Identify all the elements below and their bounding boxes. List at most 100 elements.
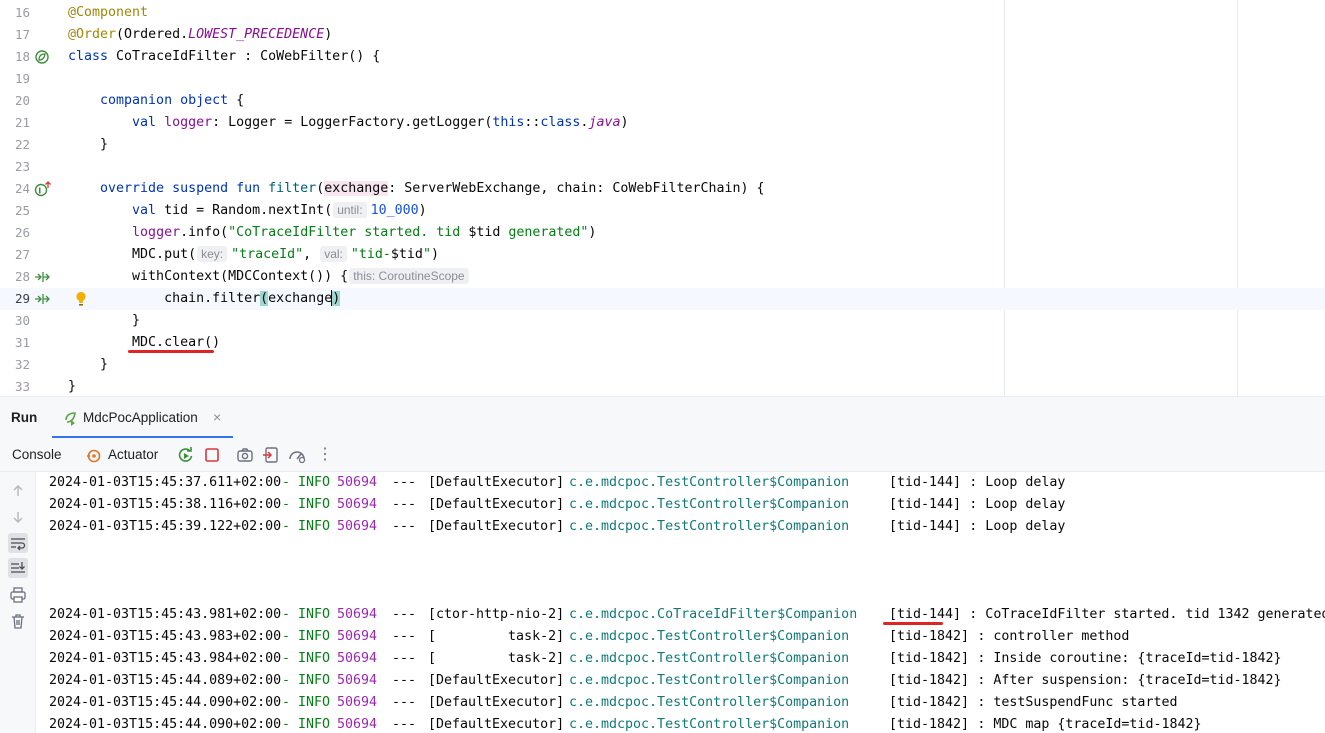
clear-all-trash-icon[interactable] <box>8 611 28 631</box>
log-tid: [tid-1842] <box>889 629 970 644</box>
log-logger: c.e.mdcpoc.TestController$Companion <box>569 717 850 732</box>
code-line[interactable]: 17 @Order(Ordered.LOWEST_PRECEDENCE) <box>0 24 1325 46</box>
line-number[interactable]: 33 <box>0 376 30 396</box>
code-line[interactable]: 18 class CoTraceIdFilter : CoWebFilter() … <box>0 46 1325 68</box>
more-icon[interactable]: ⋮ <box>317 446 333 464</box>
screenshot-icon[interactable] <box>236 446 254 464</box>
code-line[interactable]: 28 withContext(MDCContext()) {this: Coro… <box>0 266 1325 288</box>
code-line[interactable]: 21 val logger: Logger = LoggerFactory.ge… <box>0 112 1325 134</box>
line-number[interactable]: 19 <box>0 68 30 90</box>
code-line[interactable]: 20 companion object { <box>0 90 1325 112</box>
line-number[interactable]: 24 <box>0 178 30 200</box>
log-message: : MDC map {traceId=tid-1842} <box>977 717 1202 732</box>
console-toolbar: Console Actuator ⋮ <box>0 438 1325 472</box>
log-ts: 2024-01-03T15:45:44.090+02:00 <box>49 695 282 710</box>
code-text: override suspend fun filter(exchange: Se… <box>68 181 765 196</box>
log-sep: --- <box>392 497 417 512</box>
log-ts: 2024-01-03T15:45:39.122+02:00 <box>49 519 282 534</box>
inlay-hint: val: <box>320 246 347 262</box>
code-line[interactable]: 29 chain.filter(exchange) <box>0 288 1325 310</box>
suspend-call-icon[interactable] <box>34 269 52 285</box>
code-line[interactable]: 27 MDC.put(key: "traceId", val: "tid-$tid"… <box>0 244 1325 266</box>
line-number[interactable]: 25 <box>0 200 30 222</box>
log-thread: [DefaultExecutor] <box>428 519 565 534</box>
line-number[interactable]: 17 <box>0 24 30 46</box>
tab-close-icon[interactable]: × <box>213 409 221 425</box>
stop-icon[interactable] <box>203 446 221 464</box>
print-icon[interactable] <box>8 585 28 605</box>
console-side-toolbar <box>0 472 36 733</box>
log-pid: 50694 <box>337 673 378 688</box>
log-pid: 50694 <box>337 519 378 534</box>
code-line[interactable]: 19 <box>0 68 1325 90</box>
code-line[interactable]: 25 val tid = Random.nextInt(until: 10_000… <box>0 200 1325 222</box>
line-number[interactable]: 27 <box>0 244 30 266</box>
bean-icon[interactable] <box>34 49 52 65</box>
log-ts: 2024-01-03T15:45:43.984+02:00 <box>49 651 282 666</box>
log-thread: [DefaultExecutor] <box>428 695 565 710</box>
log-tid: [tid-1842] <box>889 695 970 710</box>
run-tool-window-header: Run MdcPocApplication × <box>0 396 1325 439</box>
line-number[interactable]: 31 <box>0 332 30 354</box>
code-editor[interactable]: 16 @Component 17 @Order(Ordered.LOWEST_PREC… <box>0 0 1325 396</box>
log-logger: c.e.mdcpoc.TestController$Companion <box>569 519 850 534</box>
code-text: val tid = Random.nextInt(until: 10_000) <box>132 202 427 218</box>
tab-mdcpocapplication[interactable]: MdcPocApplication × <box>52 397 233 439</box>
code-text: class CoTraceIdFilter : CoWebFilter() { <box>68 49 381 64</box>
soft-wrap-icon[interactable] <box>8 533 28 553</box>
line-number[interactable]: 20 <box>0 90 30 112</box>
line-number[interactable]: 32 <box>0 354 30 376</box>
code-line[interactable]: 22 } <box>0 134 1325 156</box>
code-text: logger.info("CoTraceIdFilter started. ti… <box>132 225 597 240</box>
suspend-call-icon[interactable] <box>34 291 52 307</box>
line-number[interactable]: 30 <box>0 310 30 332</box>
console-output[interactable]: 2024-01-03T15:45:37.611+02:00- INFO 50694… <box>36 472 1325 733</box>
code-line[interactable]: 33} <box>0 376 1325 396</box>
log-pid: 50694 <box>337 629 378 644</box>
red-underline-annotation <box>128 350 214 353</box>
code-line[interactable]: 32 } <box>0 354 1325 376</box>
line-number[interactable]: 16 <box>0 2 30 24</box>
log-thread: [ task-2] <box>428 629 565 644</box>
scroll-to-end-icon[interactable] <box>8 558 28 578</box>
scroll-down-icon[interactable] <box>8 507 28 527</box>
code-text: @Component <box>68 5 149 20</box>
rerun-icon[interactable] <box>177 446 195 464</box>
log-logger: c.e.mdcpoc.TestController$Companion <box>569 475 850 490</box>
log-ts: 2024-01-03T15:45:44.089+02:00 <box>49 673 282 688</box>
log-pid: 50694 <box>337 651 378 666</box>
line-number[interactable]: 28 <box>0 266 30 288</box>
log-thread: [DefaultExecutor] <box>428 717 565 732</box>
code-line[interactable]: 26 logger.info("CoTraceIdFilter started.… <box>0 222 1325 244</box>
code-text: chain.filter(exchange) <box>68 290 341 306</box>
line-number[interactable]: 23 <box>0 156 30 178</box>
code-text: } <box>68 357 109 372</box>
line-number[interactable]: 21 <box>0 112 30 134</box>
log-sep: --- <box>392 607 417 622</box>
log-level: - INFO <box>282 519 331 534</box>
log-thread: [ task-2] <box>428 651 565 666</box>
log-message: : controller method <box>977 629 1130 644</box>
code-line[interactable]: 24 I override suspend fun filter(exchange… <box>0 178 1325 200</box>
tab-actuator[interactable]: Actuator <box>108 447 158 462</box>
scroll-up-icon[interactable] <box>8 481 28 501</box>
log-sep: --- <box>392 673 417 688</box>
export-icon[interactable] <box>262 446 280 464</box>
dashboard-icon[interactable] <box>288 446 306 464</box>
line-number[interactable]: 18 <box>0 46 30 68</box>
log-message: : CoTraceIdFilter started. tid 1342 gene… <box>969 607 1325 622</box>
override-icon[interactable]: I <box>34 181 52 197</box>
spring-boot-run-icon <box>63 410 79 430</box>
line-number[interactable]: 26 <box>0 222 30 244</box>
line-number[interactable]: 29 <box>0 288 30 310</box>
log-thread: [ctor-http-nio-2] <box>428 607 565 622</box>
code-line[interactable]: 30 } <box>0 310 1325 332</box>
code-line[interactable]: 16 @Component <box>0 2 1325 24</box>
line-number[interactable]: 22 <box>0 134 30 156</box>
code-text: companion object { <box>68 93 245 108</box>
log-level: - INFO <box>282 717 331 732</box>
tab-console[interactable]: Console <box>12 447 62 462</box>
log-logger: c.e.mdcpoc.CoTraceIdFilter$Companion <box>569 607 858 622</box>
code-line[interactable]: 23 <box>0 156 1325 178</box>
log-sep: --- <box>392 651 417 666</box>
